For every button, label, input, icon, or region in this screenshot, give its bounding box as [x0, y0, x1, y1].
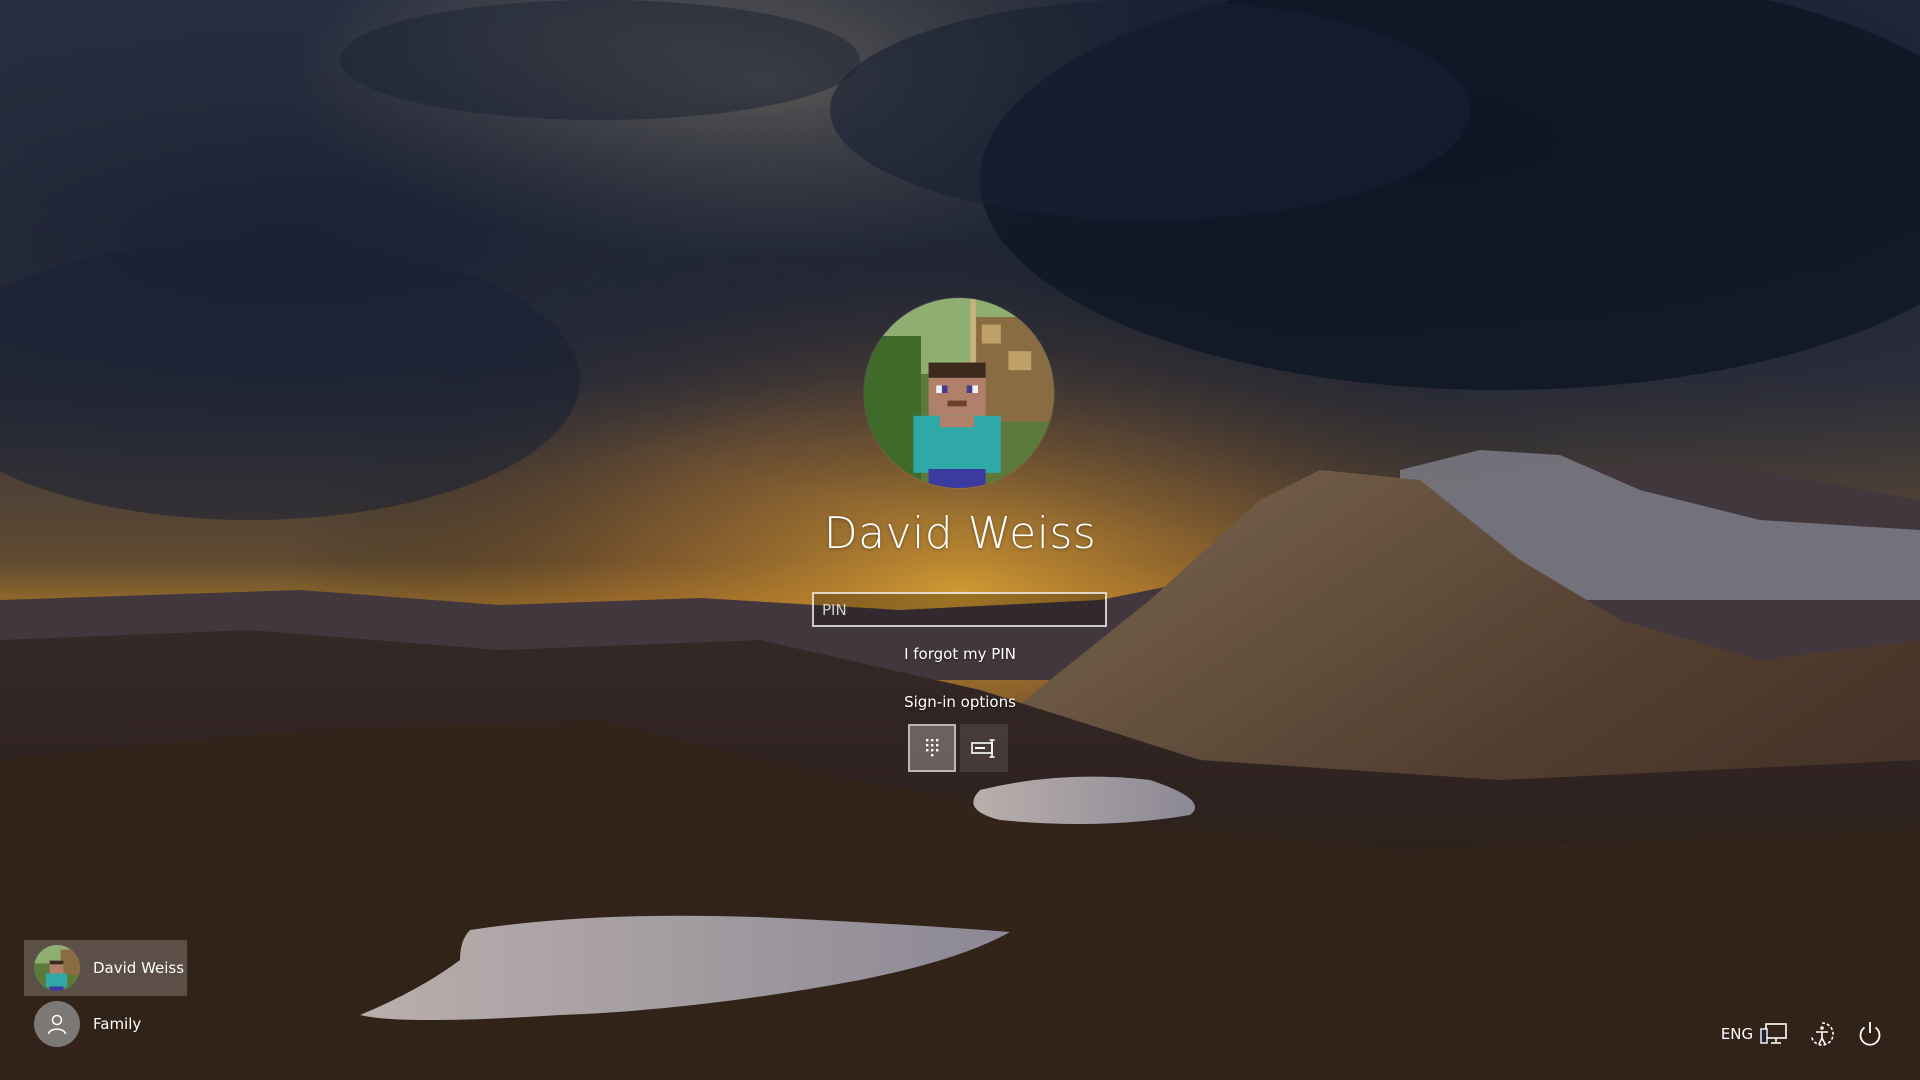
sign-in-options-link[interactable]: Sign-in options — [0, 693, 1920, 711]
user-list-name: Family — [93, 1015, 142, 1033]
network-icon — [1760, 1023, 1787, 1044]
user-list-name: David Weiss — [93, 959, 185, 977]
password-sign-in-option-button[interactable] — [960, 724, 1008, 772]
power-icon — [1859, 1022, 1881, 1046]
ease-of-access-icon — [1810, 1022, 1834, 1046]
ease-of-access-button[interactable] — [1800, 1014, 1844, 1054]
power-button[interactable] — [1848, 1014, 1892, 1054]
user-list-item-family[interactable]: Family — [24, 996, 187, 1052]
password-key-icon — [971, 739, 995, 758]
pin-sign-in-option-button[interactable] — [908, 724, 956, 772]
forgot-pin-link[interactable]: I forgot my PIN — [0, 645, 1920, 663]
user-display-name: David Weiss — [823, 508, 1097, 559]
user-avatar — [864, 298, 1054, 488]
pin-keypad-icon — [926, 739, 939, 757]
network-button[interactable] — [1752, 1014, 1796, 1054]
pin-input[interactable] — [812, 592, 1107, 627]
user-list-avatar — [34, 945, 80, 991]
user-list-item-david-weiss[interactable]: David Weiss — [24, 940, 187, 996]
generic-user-icon — [34, 1001, 80, 1047]
